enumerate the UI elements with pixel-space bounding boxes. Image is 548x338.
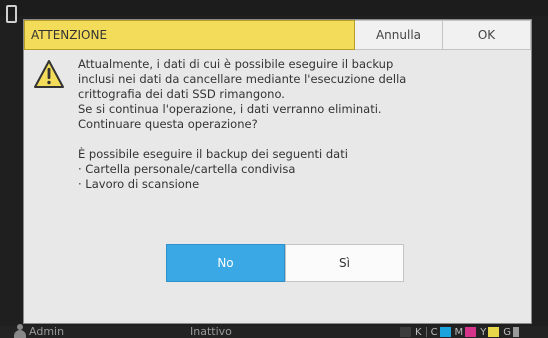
warning-triangle-icon xyxy=(34,60,64,88)
user-icon xyxy=(13,324,27,338)
message-line: crittografia dei dati SSD rimangono. xyxy=(78,87,285,101)
message-line: Continuare questa operazione? xyxy=(78,117,258,131)
dialog-message: Attualmente, i dati di cui è possibile e… xyxy=(78,57,518,192)
no-button[interactable]: No xyxy=(166,244,285,282)
background-top-bar xyxy=(0,0,548,16)
toner-m-swatch xyxy=(465,327,477,337)
message-line: Se si continua l'operazione, i dati verr… xyxy=(78,102,382,116)
toner-g-label: G xyxy=(503,326,512,338)
background-panel-icon xyxy=(6,5,17,23)
dialog-header: ATTENZIONE Annulla OK xyxy=(24,20,531,50)
toner-c-label: C xyxy=(430,326,438,338)
toner-c-swatch xyxy=(439,327,451,337)
yes-button[interactable]: Sì xyxy=(285,244,404,282)
toner-y-swatch xyxy=(488,327,500,337)
message-line: Attualmente, i dati di cui è possibile e… xyxy=(78,57,394,71)
message-line: inclusi nei dati da cancellare mediante … xyxy=(78,72,407,86)
ok-button[interactable]: OK xyxy=(443,20,531,50)
detail-line: · Lavoro di scansione xyxy=(78,177,200,191)
warning-dialog: ATTENZIONE Annulla OK Attualmente, i dat… xyxy=(24,20,531,323)
detail-line: · Cartella personale/cartella condivisa xyxy=(78,162,296,176)
toner-y-label: Y xyxy=(480,326,487,338)
toner-k-label: K xyxy=(415,326,422,338)
toner-k-swatch xyxy=(400,327,411,337)
toner-m-label: M xyxy=(454,326,464,338)
cancel-button[interactable]: Annulla xyxy=(355,20,443,50)
dialog-title: ATTENZIONE xyxy=(24,20,355,50)
detail-line: È possibile eseguire il backup dei segue… xyxy=(78,147,348,161)
toner-g-swatch xyxy=(513,327,520,337)
toner-levels: K C M Y G xyxy=(398,326,523,338)
device-status: Inattivo xyxy=(190,325,232,338)
user-label: Admin xyxy=(29,325,65,338)
